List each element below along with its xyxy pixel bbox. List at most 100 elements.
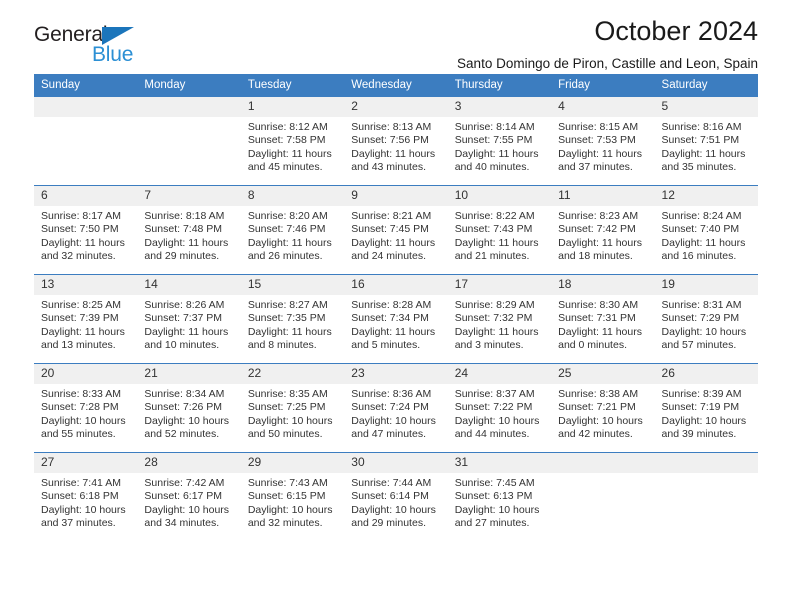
daylight-text-line2: and 16 minutes. bbox=[661, 250, 737, 263]
sunset-text: Sunset: 7:37 PM bbox=[144, 312, 223, 325]
daylight-text-line1: Daylight: 11 hours bbox=[454, 236, 539, 249]
daylight-text-line1: Daylight: 11 hours bbox=[144, 236, 229, 249]
day-number: 19 bbox=[654, 274, 758, 295]
day-details: Sunrise: 8:20 AM Sunset: 7:46 PM Daylight:… bbox=[241, 206, 344, 264]
sunset-text: Sunset: 6:14 PM bbox=[351, 490, 429, 503]
daylight-text-line2: and 24 minutes. bbox=[351, 250, 426, 263]
sunrise-text: Sunrise: 8:36 AM bbox=[351, 387, 432, 400]
daylight-text-line1: Daylight: 10 hours bbox=[247, 503, 333, 516]
day-cell[interactable]: 12 Sunrise: 8:24 AM Sunset: 7:40 PM Dayligh… bbox=[654, 185, 758, 274]
sunrise-text: Sunrise: 8:29 AM bbox=[454, 298, 535, 311]
sunset-text: Sunset: 7:58 PM bbox=[247, 134, 326, 147]
sunrise-text: Sunrise: 8:16 AM bbox=[661, 120, 742, 133]
day-cell[interactable]: 21 Sunrise: 8:34 AM Sunset: 7:26 PM Dayligh… bbox=[137, 363, 241, 452]
sunset-text: Sunset: 7:43 PM bbox=[454, 223, 533, 236]
weekday-header-friday: Friday bbox=[551, 74, 655, 97]
day-details: Sunrise: 7:41 AM Sunset: 6:18 PM Daylight:… bbox=[34, 473, 137, 531]
day-cell[interactable]: 2 Sunrise: 8:13 AM Sunset: 7:56 PM Daylight… bbox=[344, 96, 448, 185]
day-number: 2 bbox=[344, 96, 448, 117]
day-cell[interactable]: 31 Sunrise: 7:45 AM Sunset: 6:13 PM Dayligh… bbox=[447, 452, 552, 541]
day-number: 9 bbox=[344, 185, 448, 206]
day-cell[interactable]: 14 Sunrise: 8:26 AM Sunset: 7:37 PM Dayligh… bbox=[137, 274, 241, 363]
day-details: Sunrise: 8:24 AM Sunset: 7:40 PM Daylight:… bbox=[655, 206, 758, 264]
day-cell[interactable]: 20 Sunrise: 8:33 AM Sunset: 7:28 PM Dayligh… bbox=[34, 363, 138, 452]
day-cell[interactable]: 15 Sunrise: 8:27 AM Sunset: 7:35 PM Dayligh… bbox=[240, 274, 345, 363]
daylight-text-line1: Daylight: 11 hours bbox=[661, 236, 746, 249]
daylight-text-line1: Daylight: 11 hours bbox=[558, 147, 642, 160]
day-details: Sunrise: 8:30 AM Sunset: 7:31 PM Daylight:… bbox=[551, 295, 654, 353]
day-cell-empty bbox=[654, 452, 758, 541]
sunset-text: Sunset: 7:32 PM bbox=[454, 312, 533, 325]
daylight-text-line2: and 32 minutes. bbox=[41, 250, 116, 263]
day-cell[interactable]: 5 Sunrise: 8:16 AM Sunset: 7:51 PM Daylight… bbox=[654, 96, 758, 185]
sunrise-text: Sunrise: 7:44 AM bbox=[351, 476, 432, 489]
daylight-text-line2: and 57 minutes. bbox=[661, 339, 737, 352]
sunset-text: Sunset: 7:34 PM bbox=[351, 312, 429, 325]
sunrise-text: Sunrise: 8:20 AM bbox=[247, 209, 328, 222]
weekday-header-saturday: Saturday bbox=[654, 74, 758, 97]
daylight-text-line2: and 52 minutes. bbox=[144, 428, 220, 441]
day-cell[interactable]: 6 Sunrise: 8:17 AM Sunset: 7:50 PM Daylight… bbox=[34, 185, 138, 274]
day-cell[interactable]: 18 Sunrise: 8:30 AM Sunset: 7:31 PM Dayligh… bbox=[551, 274, 655, 363]
day-details bbox=[137, 117, 240, 121]
day-number: 10 bbox=[447, 185, 552, 206]
daylight-text-line2: and 10 minutes. bbox=[144, 339, 220, 352]
daylight-text-line1: Daylight: 10 hours bbox=[41, 503, 126, 516]
day-details bbox=[655, 473, 758, 477]
day-number: 1 bbox=[240, 96, 345, 117]
daylight-text-line1: Daylight: 10 hours bbox=[351, 503, 436, 516]
daylight-text-line1: Daylight: 11 hours bbox=[247, 325, 332, 338]
sunset-text: Sunset: 7:28 PM bbox=[41, 401, 119, 414]
day-number: 3 bbox=[447, 96, 552, 117]
sunset-text: Sunset: 7:45 PM bbox=[351, 223, 429, 236]
daylight-text-line2: and 29 minutes. bbox=[351, 517, 426, 530]
sunrise-text: Sunrise: 8:35 AM bbox=[247, 387, 328, 400]
day-cell[interactable]: 3 Sunrise: 8:14 AM Sunset: 7:55 PM Daylight… bbox=[447, 96, 552, 185]
sunset-text: Sunset: 7:25 PM bbox=[247, 401, 326, 414]
day-cell[interactable]: 22 Sunrise: 8:35 AM Sunset: 7:25 PM Dayligh… bbox=[240, 363, 345, 452]
day-cell[interactable]: 11 Sunrise: 8:23 AM Sunset: 7:42 PM Dayligh… bbox=[551, 185, 655, 274]
day-cell[interactable]: 25 Sunrise: 8:38 AM Sunset: 7:21 PM Dayligh… bbox=[551, 363, 655, 452]
day-details: Sunrise: 8:15 AM Sunset: 7:53 PM Daylight:… bbox=[551, 117, 654, 175]
day-cell[interactable]: 29 Sunrise: 7:43 AM Sunset: 6:15 PM Dayligh… bbox=[240, 452, 345, 541]
day-cell[interactable]: 10 Sunrise: 8:22 AM Sunset: 7:43 PM Dayligh… bbox=[447, 185, 552, 274]
day-cell[interactable]: 13 Sunrise: 8:25 AM Sunset: 7:39 PM Dayligh… bbox=[34, 274, 138, 363]
day-cell[interactable]: 28 Sunrise: 7:42 AM Sunset: 6:17 PM Dayligh… bbox=[137, 452, 241, 541]
day-number: 17 bbox=[447, 274, 552, 295]
sunset-text: Sunset: 7:53 PM bbox=[558, 134, 636, 147]
day-cell[interactable]: 7 Sunrise: 8:18 AM Sunset: 7:48 PM Daylight… bbox=[137, 185, 241, 274]
sunrise-text: Sunrise: 8:17 AM bbox=[41, 209, 121, 222]
day-cell[interactable]: 16 Sunrise: 8:28 AM Sunset: 7:34 PM Dayligh… bbox=[344, 274, 448, 363]
weekday-header-tuesday: Tuesday bbox=[240, 74, 345, 97]
day-cell[interactable]: 30 Sunrise: 7:44 AM Sunset: 6:14 PM Dayligh… bbox=[344, 452, 448, 541]
day-number: 31 bbox=[447, 452, 552, 473]
day-cell[interactable]: 26 Sunrise: 8:39 AM Sunset: 7:19 PM Dayligh… bbox=[654, 363, 758, 452]
sunrise-text: Sunrise: 8:14 AM bbox=[454, 120, 535, 133]
day-number: 6 bbox=[34, 185, 138, 206]
daylight-text-line1: Daylight: 10 hours bbox=[41, 414, 126, 427]
day-cell[interactable]: 9 Sunrise: 8:21 AM Sunset: 7:45 PM Daylight… bbox=[344, 185, 448, 274]
daylight-text-line1: Daylight: 11 hours bbox=[41, 236, 125, 249]
day-cell[interactable]: 23 Sunrise: 8:36 AM Sunset: 7:24 PM Dayligh… bbox=[344, 363, 448, 452]
page-title: October 2024 bbox=[594, 16, 758, 46]
day-cell[interactable]: 1 Sunrise: 8:12 AM Sunset: 7:58 PM Daylight… bbox=[240, 96, 345, 185]
day-cell[interactable]: 8 Sunrise: 8:20 AM Sunset: 7:46 PM Daylight… bbox=[240, 185, 345, 274]
daylight-text-line2: and 37 minutes. bbox=[558, 161, 633, 174]
daylight-text-line2: and 47 minutes. bbox=[351, 428, 426, 441]
day-cell[interactable]: 4 Sunrise: 8:15 AM Sunset: 7:53 PM Daylight… bbox=[551, 96, 655, 185]
day-cell[interactable]: 17 Sunrise: 8:29 AM Sunset: 7:32 PM Dayligh… bbox=[447, 274, 552, 363]
sunrise-text: Sunrise: 8:28 AM bbox=[351, 298, 432, 311]
day-number: 27 bbox=[34, 452, 138, 473]
daylight-text-line1: Daylight: 10 hours bbox=[558, 414, 643, 427]
day-cell[interactable]: 24 Sunrise: 8:37 AM Sunset: 7:22 PM Dayligh… bbox=[447, 363, 552, 452]
location-subtitle: Santo Domingo de Piron, Castille and Leo… bbox=[457, 56, 758, 72]
day-cell[interactable]: 19 Sunrise: 8:31 AM Sunset: 7:29 PM Dayligh… bbox=[654, 274, 758, 363]
day-details: Sunrise: 7:43 AM Sunset: 6:15 PM Daylight:… bbox=[241, 473, 344, 531]
daylight-text-line2: and 5 minutes. bbox=[351, 339, 421, 352]
day-details: Sunrise: 8:16 AM Sunset: 7:51 PM Daylight:… bbox=[655, 117, 758, 175]
page-header: General Blue October 2024 Santo Domingo … bbox=[34, 0, 758, 74]
day-details: Sunrise: 8:33 AM Sunset: 7:28 PM Daylight:… bbox=[34, 384, 137, 442]
day-number: 22 bbox=[240, 363, 345, 384]
day-cell[interactable]: 27 Sunrise: 7:41 AM Sunset: 6:18 PM Dayligh… bbox=[34, 452, 138, 541]
generalblue-logo[interactable]: General Blue bbox=[34, 24, 214, 70]
